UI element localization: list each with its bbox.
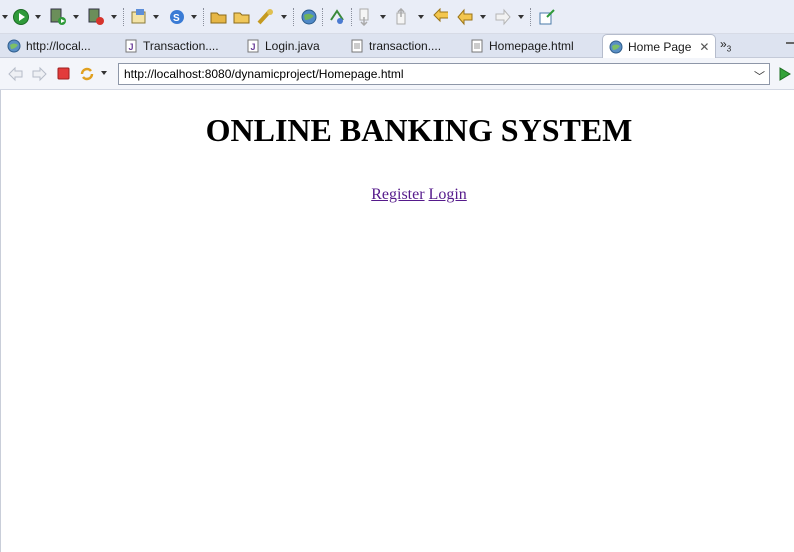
chevron-down-icon[interactable] — [111, 15, 117, 19]
main-toolbar: S — [0, 0, 794, 34]
back-arrow-icon[interactable] — [456, 8, 474, 26]
chevron-down-icon[interactable] — [380, 15, 386, 19]
open-folder-icon[interactable] — [233, 8, 251, 26]
tab-label: http://local... — [26, 39, 91, 53]
tab-label: Transaction.... — [143, 39, 219, 53]
tab-overflow-button[interactable]: »3 — [720, 37, 731, 53]
toolbar-separator — [322, 8, 323, 26]
globe-icon — [7, 39, 21, 53]
toolbar-separator — [351, 8, 352, 26]
address-bar[interactable]: ﹀ — [118, 63, 770, 85]
url-input[interactable] — [124, 67, 744, 81]
java-file-icon: J — [125, 39, 137, 53]
chevron-down-icon[interactable] — [35, 15, 41, 19]
chevron-down-icon[interactable] — [2, 15, 8, 19]
browser-navigation-bar: ﹀ — [0, 58, 794, 90]
tab-label: transaction.... — [369, 39, 442, 53]
tab-transaction-java[interactable]: J Transaction.... — [124, 34, 219, 58]
tab-homepage-html[interactable]: Homepage.html — [470, 34, 574, 58]
open-type-icon[interactable] — [210, 8, 228, 26]
go-icon[interactable] — [778, 66, 792, 82]
chevron-down-icon[interactable] — [480, 15, 486, 19]
tab-label: Login.java — [265, 39, 320, 53]
chevron-down-icon[interactable] — [153, 15, 159, 19]
browser-page-content: ONLINE BANKING SYSTEM Register Login — [0, 90, 794, 552]
toolbar-separator — [203, 8, 204, 26]
editor-tab-strip: http://local... J Transaction.... J Logi… — [0, 34, 794, 59]
svg-text:S: S — [173, 13, 180, 24]
chevron-down-icon[interactable] — [281, 15, 287, 19]
debug-server-icon[interactable] — [48, 8, 68, 26]
toolbar-separator — [530, 8, 531, 26]
chevron-down-icon[interactable]: ﹀ — [754, 68, 765, 84]
svg-text:J: J — [129, 42, 134, 52]
chevron-down-icon[interactable] — [191, 15, 197, 19]
web-browser-icon[interactable] — [300, 8, 318, 26]
tab-transaction-file[interactable]: transaction.... — [350, 34, 441, 58]
login-link[interactable]: Login — [429, 186, 467, 203]
new-project-icon[interactable] — [130, 8, 148, 26]
toolbar-separator — [293, 8, 294, 26]
globe-icon — [609, 40, 623, 54]
chevron-down-icon[interactable] — [73, 15, 79, 19]
java-file-icon: J — [247, 39, 259, 53]
chevron-down-icon[interactable] — [101, 71, 107, 75]
tab-label: Homepage.html — [489, 39, 574, 53]
overflow-count: 3 — [726, 44, 732, 54]
run-icon[interactable] — [12, 8, 30, 26]
previous-annotation-icon[interactable] — [394, 8, 410, 26]
stop-icon[interactable] — [56, 66, 72, 82]
text-file-icon — [351, 39, 363, 53]
text-file-icon — [471, 39, 483, 53]
minimize-icon[interactable] — [786, 42, 794, 44]
last-edit-location-icon[interactable] — [432, 8, 450, 26]
back-arrow-icon[interactable] — [8, 66, 24, 82]
nav-links: Register Login — [1, 186, 794, 204]
forward-arrow-icon[interactable] — [31, 66, 47, 82]
search-tool-icon[interactable] — [256, 8, 274, 26]
overflow-chevron-icon: » — [720, 37, 727, 51]
new-class-icon[interactable]: S — [168, 8, 186, 26]
chevron-down-icon[interactable] — [518, 15, 524, 19]
close-icon[interactable]: ✕ — [699, 40, 709, 54]
tab-localhost[interactable]: http://local... — [7, 34, 91, 58]
pin-editor-icon[interactable] — [538, 8, 556, 26]
register-link[interactable]: Register — [371, 186, 424, 203]
refresh-icon[interactable] — [79, 66, 95, 82]
next-annotation-icon[interactable] — [357, 8, 373, 26]
tab-home-page[interactable]: Home Page ✕ — [602, 34, 717, 59]
stop-server-icon[interactable] — [86, 8, 106, 26]
forward-arrow-icon[interactable] — [494, 8, 512, 26]
tab-label: Home Page — [628, 40, 692, 54]
tab-login-java[interactable]: J Login.java — [246, 34, 320, 58]
page-heading: ONLINE BANKING SYSTEM — [205, 112, 633, 148]
toolbar-separator — [123, 8, 124, 26]
chevron-down-icon[interactable] — [418, 15, 424, 19]
refresh-run-icon[interactable] — [328, 8, 346, 26]
svg-text:J: J — [251, 42, 256, 52]
